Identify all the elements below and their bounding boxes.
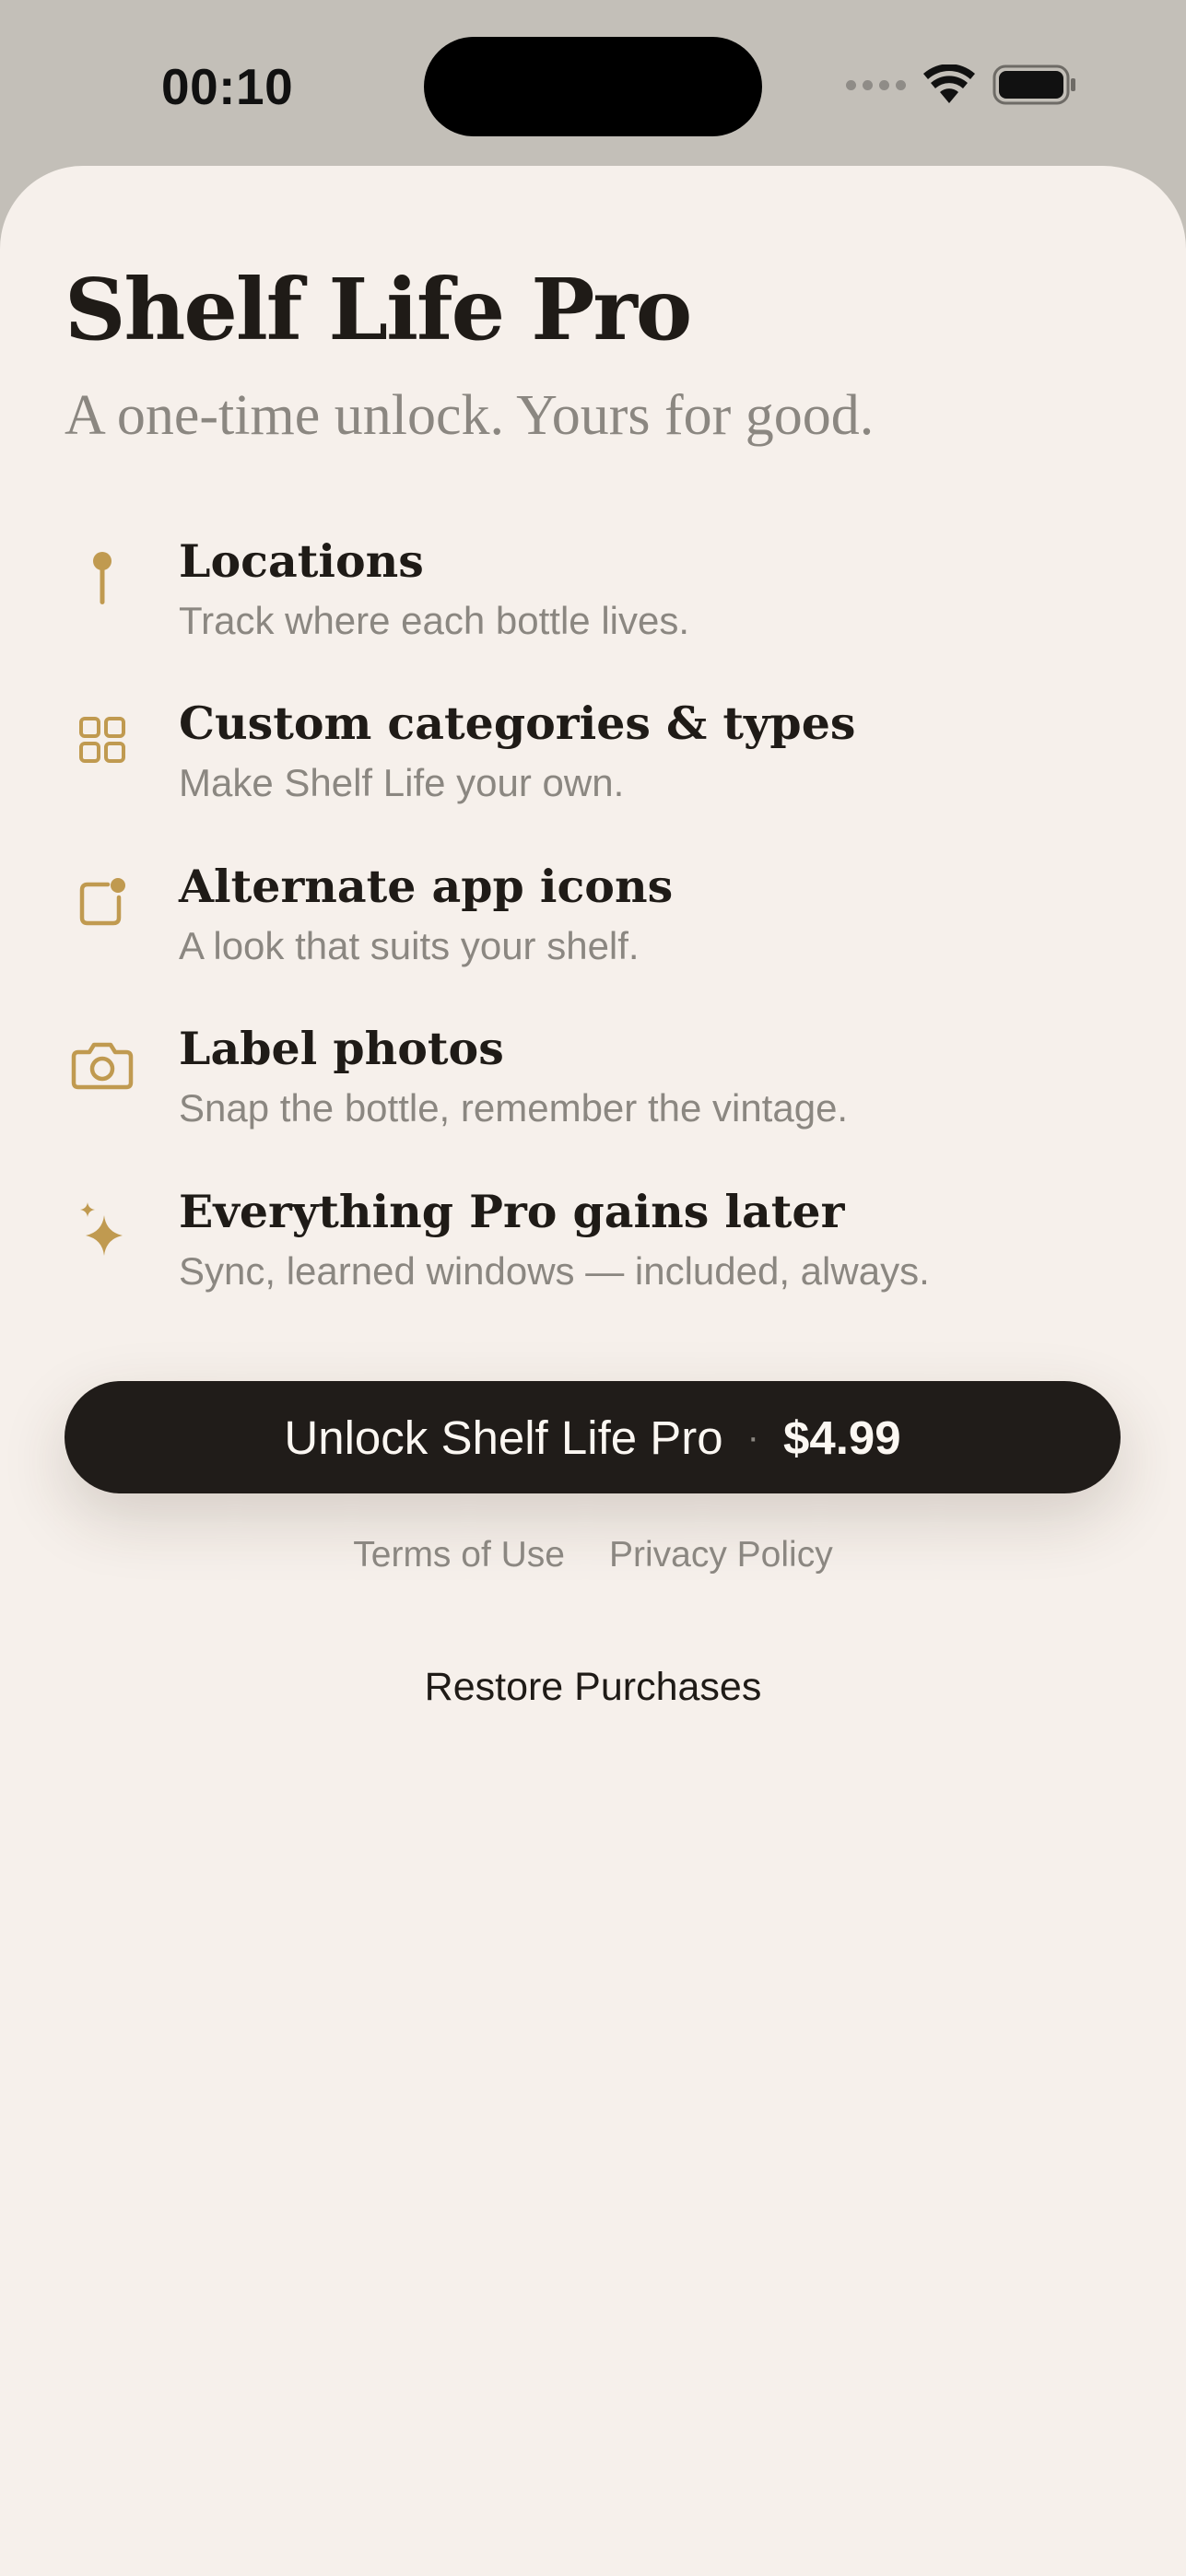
status-bar: 00:10 bbox=[0, 0, 1186, 166]
feature-description: A look that suits your shelf. bbox=[179, 924, 640, 967]
status-icons bbox=[846, 64, 1077, 105]
unlock-pro-button[interactable]: Unlock Shelf Life Pro · $4.99 bbox=[65, 1381, 1121, 1493]
app-icon-icon bbox=[65, 865, 140, 941]
feature-custom-categories: Custom categories & types Make Shelf Lif… bbox=[65, 697, 1124, 840]
feature-label-photos: Label photos Snap the bottle, remember t… bbox=[65, 1022, 1124, 1165]
status-time: 00:10 bbox=[161, 58, 294, 115]
feature-description: Snap the bottle, remember the vintage. bbox=[179, 1086, 849, 1130]
page-subtitle: A one-time unlock. Yours for good. bbox=[65, 384, 875, 447]
battery-icon bbox=[992, 64, 1075, 105]
location-pin-icon bbox=[65, 540, 140, 615]
feature-locations: Locations Track where each bottle lives. bbox=[65, 534, 1124, 678]
feature-title: Alternate app icons bbox=[179, 860, 674, 913]
feature-title: Custom categories & types bbox=[179, 697, 856, 750]
feature-title: Label photos bbox=[179, 1022, 504, 1075]
feature-description: Make Shelf Life your own. bbox=[179, 761, 625, 804]
wifi-icon bbox=[923, 64, 975, 103]
feature-alternate-icons: Alternate app icons A look that suits yo… bbox=[65, 860, 1124, 1003]
paywall-sheet: Shelf Life Pro A one-time unlock. Yours … bbox=[0, 166, 1186, 2576]
feature-title: Locations bbox=[179, 534, 424, 588]
feature-title: Everything Pro gains later bbox=[179, 1185, 845, 1238]
unlock-button-label: Unlock Shelf Life Pro bbox=[284, 1411, 723, 1464]
sparkles-icon bbox=[65, 1190, 140, 1266]
legal-links: Terms of Use Privacy Policy bbox=[0, 1535, 1186, 1575]
price-separator: · bbox=[746, 1416, 759, 1458]
restore-purchases-button[interactable]: Restore Purchases bbox=[0, 1665, 1186, 1710]
privacy-policy-link[interactable]: Privacy Policy bbox=[609, 1535, 833, 1575]
price-label: $4.99 bbox=[782, 1411, 901, 1464]
feature-everything-pro: Everything Pro gains later Sync, learned… bbox=[65, 1185, 1124, 1329]
signal-dots-icon bbox=[846, 79, 906, 90]
feature-description: Sync, learned windows — included, always… bbox=[179, 1249, 930, 1293]
camera-icon bbox=[65, 1027, 140, 1103]
dynamic-island bbox=[424, 37, 762, 136]
grid-icon bbox=[65, 702, 140, 778]
feature-description: Track where each bottle lives. bbox=[179, 599, 690, 642]
page-title: Shelf Life Pro bbox=[65, 260, 692, 359]
terms-of-use-link[interactable]: Terms of Use bbox=[353, 1535, 565, 1575]
